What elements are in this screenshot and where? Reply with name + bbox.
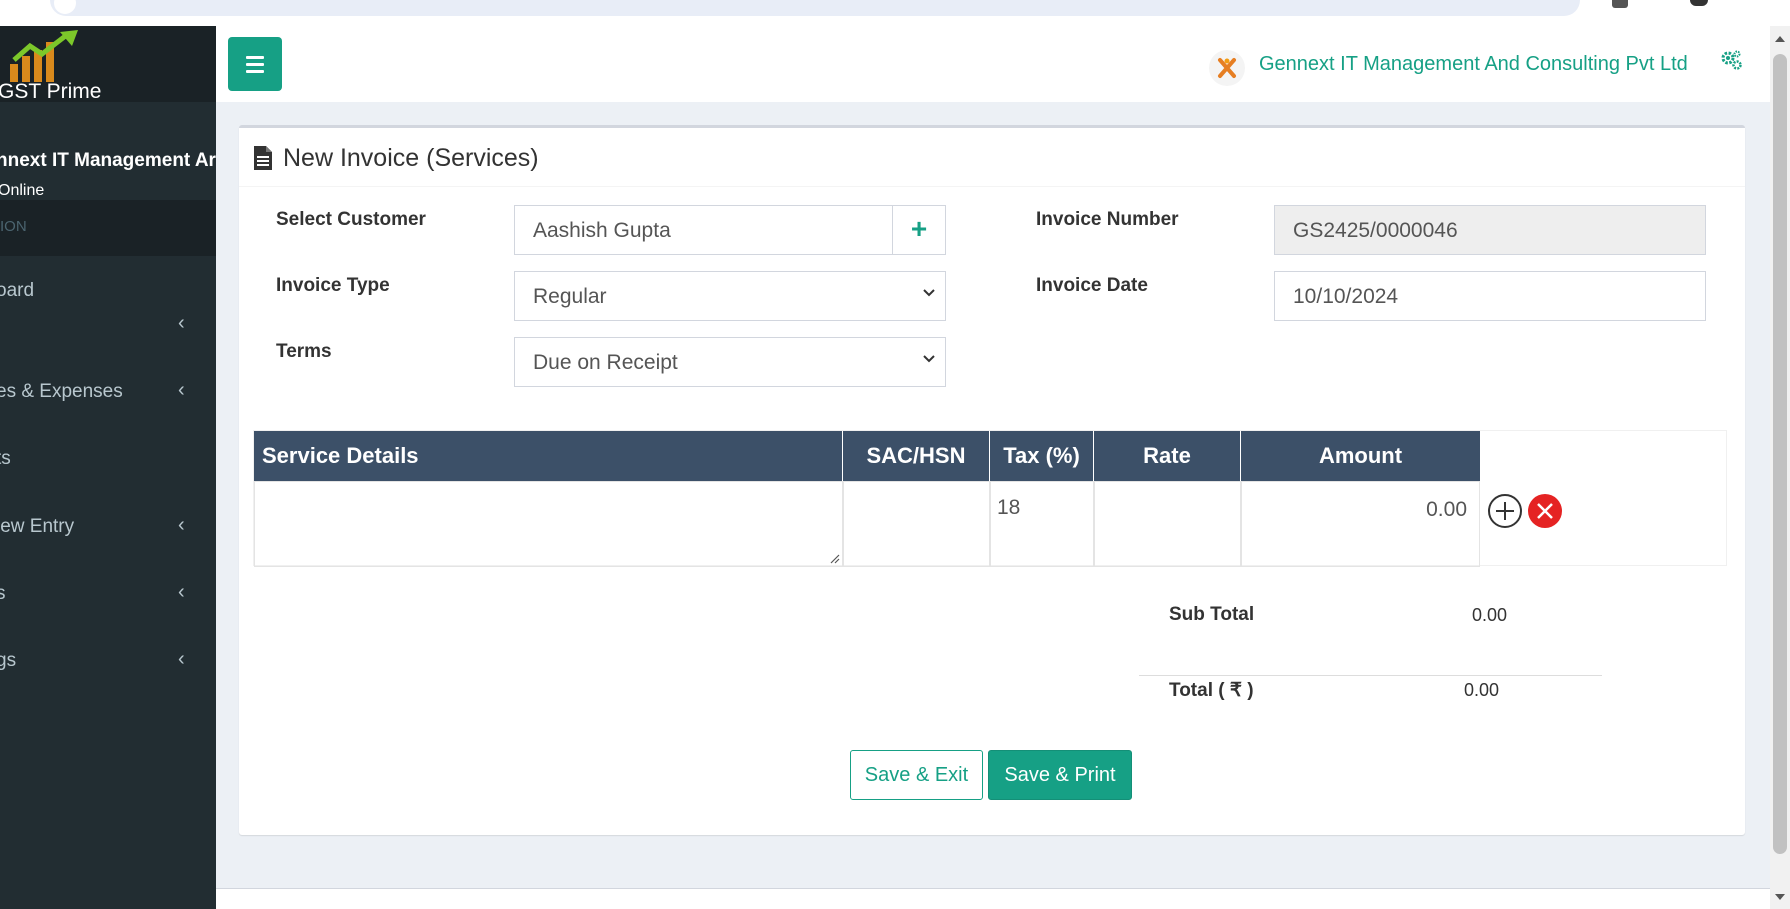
growth-chart-icon	[10, 30, 78, 82]
service-details-input[interactable]	[254, 481, 843, 567]
footer	[216, 888, 1770, 909]
invoice-number-label: Invoice Number	[1036, 209, 1179, 230]
add-customer-button[interactable]: +	[892, 205, 946, 255]
sidebar-item-label: gs	[0, 650, 17, 671]
add-row-icon[interactable]	[1487, 493, 1523, 529]
resize-handle-icon[interactable]	[828, 552, 840, 564]
scroll-thumb[interactable]	[1773, 54, 1787, 854]
sidebar-item-reports[interactable]: ts	[0, 426, 216, 492]
column-header: Tax (%)	[990, 431, 1094, 481]
menu-toggle-button[interactable]	[228, 37, 282, 91]
sidebar-item-label: iew Entry	[0, 516, 75, 537]
bars-icon	[246, 55, 264, 59]
column-header: Service Details	[254, 431, 843, 481]
box-header: New Invoice (Services)	[239, 128, 1745, 187]
customer-label: Select Customer	[276, 209, 426, 230]
invoice-type-value: Regular	[533, 285, 607, 308]
file-text-icon	[254, 146, 272, 170]
logo-text: GST Prime	[0, 80, 102, 103]
user-status: Online	[0, 182, 44, 200]
invoice-type-select[interactable]: Regular	[514, 271, 946, 321]
browser-strip	[0, 0, 1790, 26]
sidebar-item-new-entry[interactable]: iew Entry ‹	[0, 494, 216, 560]
sidebar-item-label: s	[0, 583, 6, 604]
page-scrollbar[interactable]	[1770, 26, 1790, 909]
company-logo-icon	[1209, 50, 1245, 86]
chevron-left-icon: ‹	[178, 379, 185, 401]
status-label: Online	[0, 182, 45, 199]
nav-section-header: ION	[0, 200, 216, 256]
chevron-down-icon	[923, 355, 935, 363]
terms-label: Terms	[276, 341, 332, 362]
sidebar-item-label: es & Expenses	[0, 381, 123, 402]
sidebar: GST Prime nnext IT Management Ar Online …	[0, 26, 216, 909]
column-header: Rate	[1094, 431, 1241, 481]
sidebar-item-6[interactable]: s ‹	[0, 561, 216, 627]
chevron-down-icon	[923, 289, 935, 297]
invoice-date-label: Invoice Date	[1036, 275, 1148, 296]
rate-input[interactable]	[1094, 481, 1241, 567]
invoice-form-box: New Invoice (Services) Select Customer A…	[239, 125, 1745, 835]
chevron-left-icon: ‹	[178, 648, 185, 670]
extensions-icon[interactable]	[1612, 0, 1628, 8]
plus-icon: +	[910, 213, 928, 244]
invoice-number-field[interactable]: GS2425/0000046	[1274, 205, 1706, 255]
top-navbar: Gennext IT Management And Consulting Pvt…	[216, 26, 1770, 102]
address-bar[interactable]	[50, 0, 1580, 16]
save-print-button[interactable]: Save & Print	[988, 750, 1132, 800]
sidebar-item-2[interactable]: ‹	[0, 292, 216, 358]
page-title: New Invoice (Services)	[283, 144, 539, 172]
total-label: Total ( ₹ )	[1169, 680, 1254, 701]
invoice-date-value: 10/10/2024	[1293, 285, 1399, 308]
user-name: nnext IT Management Ar	[0, 150, 216, 171]
terms-value: Due on Receipt	[533, 351, 678, 374]
sac-hsn-input[interactable]	[843, 481, 990, 567]
summary-divider	[1139, 675, 1602, 676]
chevron-left-icon: ‹	[178, 514, 185, 536]
sidebar-item-label: ts	[0, 448, 11, 469]
service-table: Service Details SAC/HSN Tax (%) Rate Amo…	[253, 430, 1727, 567]
logo[interactable]: GST Prime	[0, 26, 216, 103]
invoice-type-label: Invoice Type	[276, 275, 390, 296]
invoice-number-value: GS2425/0000046	[1293, 219, 1458, 242]
chevron-left-icon: ‹	[178, 581, 185, 603]
profile-icon[interactable]	[1690, 0, 1708, 6]
scroll-down-icon[interactable]	[1775, 894, 1785, 900]
column-header: Amount	[1241, 431, 1480, 481]
remove-row-icon[interactable]	[1527, 493, 1563, 529]
tax-input[interactable]: 18	[990, 481, 1094, 567]
chevron-left-icon: ‹	[178, 312, 185, 334]
customer-value: Aashish Gupta	[533, 219, 671, 242]
scroll-up-icon[interactable]	[1775, 36, 1785, 42]
subtotal-label: Sub Total	[1169, 604, 1255, 625]
customer-select[interactable]: Aashish Gupta	[514, 205, 893, 255]
sidebar-item-settings[interactable]: gs ‹	[0, 628, 216, 694]
column-header: SAC/HSN	[843, 431, 990, 481]
sidebar-item-expenses[interactable]: es & Expenses ‹	[0, 359, 216, 425]
subtotal-value: 0.00	[1472, 605, 1508, 625]
invoice-date-field[interactable]: 10/10/2024	[1274, 271, 1706, 321]
gears-icon[interactable]	[1719, 48, 1743, 79]
terms-select[interactable]: Due on Receipt	[514, 337, 946, 387]
total-value: 0.00	[1464, 680, 1500, 700]
company-name[interactable]: Gennext IT Management And Consulting Pvt…	[1259, 53, 1688, 76]
save-exit-button[interactable]: Save & Exit	[850, 750, 983, 800]
amount-field: 0.00	[1241, 481, 1480, 567]
